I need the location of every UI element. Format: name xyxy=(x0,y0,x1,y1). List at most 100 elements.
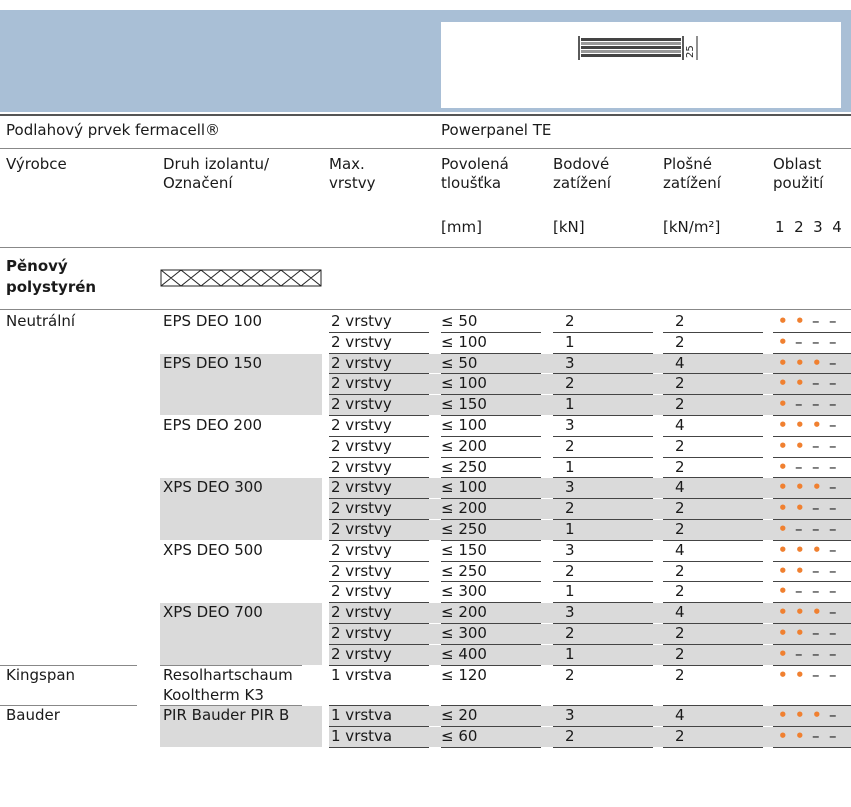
use-dot-icon: • xyxy=(812,706,822,725)
use-dash-icon: – xyxy=(812,520,820,538)
use-dash-icon: – xyxy=(795,332,803,351)
use-dot-icon: • xyxy=(778,520,788,538)
point-load-cell: 3 xyxy=(565,540,575,559)
use-dot-icon: • xyxy=(812,603,822,622)
use-dash-icon: – xyxy=(829,499,837,518)
thickness-cell: ≤ 250 xyxy=(441,561,487,580)
group-rule xyxy=(0,705,137,707)
row-shade xyxy=(329,353,851,374)
layers-cell: 2 vrstvy xyxy=(331,520,392,538)
layers-cell: 2 vrstvy xyxy=(331,374,392,393)
group-rule xyxy=(160,705,302,707)
section-title-1: Pěnový xyxy=(6,257,68,275)
use-dot-icon: • xyxy=(795,436,805,455)
use-dash-icon: – xyxy=(812,624,820,642)
point-load-cell: 1 xyxy=(565,644,575,663)
layers-cell: 2 vrstvy xyxy=(331,561,392,580)
unit-area-load: [kN/m²] xyxy=(663,218,721,236)
thickness-cell: ≤ 100 xyxy=(441,374,487,393)
use-dot-icon: • xyxy=(795,561,805,580)
use-dot-icon: • xyxy=(778,624,788,642)
col-layers-2: vrstvy xyxy=(329,174,376,192)
use-dash-icon: – xyxy=(812,499,820,518)
area-load-cell: 2 xyxy=(675,561,685,580)
point-load-cell: 1 xyxy=(565,332,575,351)
insulation-type-cell: EPS DEO 150 xyxy=(163,353,263,372)
use-area-cell: • • • – xyxy=(778,603,846,621)
panel-cross-section-icon: 25 xyxy=(578,36,698,60)
row-shade xyxy=(329,624,851,644)
thickness-cell: ≤ 300 xyxy=(441,582,487,601)
use-area-cell: • • • – xyxy=(778,416,846,434)
use-dash-icon: – xyxy=(829,540,837,559)
use-dash-icon: – xyxy=(795,582,803,601)
use-dot-icon: • xyxy=(778,499,788,518)
thickness-cell: ≤ 200 xyxy=(441,436,487,455)
layers-cell: 2 vrstvy xyxy=(331,582,392,601)
product-title: Podlahový prvek fermacell® xyxy=(6,121,221,139)
use-dot-icon: • xyxy=(795,603,805,622)
area-load-cell: 2 xyxy=(675,312,685,330)
row-shade xyxy=(329,520,851,540)
col-layers-1: Max. xyxy=(329,155,365,173)
layers-cell: 2 vrstvy xyxy=(331,395,392,414)
use-area-cell: • • – – xyxy=(778,562,846,580)
insulation-type-cell: XPS DEO 500 xyxy=(163,540,263,559)
insulation-type-cell: EPS DEO 100 xyxy=(163,312,263,330)
unit-use-areas: 1 2 3 4 xyxy=(775,218,842,236)
use-dot-icon: • xyxy=(778,478,788,497)
row-shade xyxy=(329,499,851,519)
use-dot-icon: • xyxy=(778,706,788,725)
use-area-cell: • • – – xyxy=(778,727,846,745)
area-load-cell: 2 xyxy=(675,582,685,601)
use-dot-icon: • xyxy=(778,457,788,476)
thickness-cell: ≤ 120 xyxy=(441,665,487,684)
use-dot-icon: • xyxy=(778,436,788,455)
layers-cell: 2 vrstvy xyxy=(331,624,392,642)
layers-cell: 2 vrstvy xyxy=(331,416,392,434)
thickness-cell: ≤ 100 xyxy=(441,416,487,434)
use-dash-icon: – xyxy=(829,582,837,601)
manufacturer-cell: Neutrální xyxy=(6,312,76,330)
use-dash-icon: – xyxy=(812,644,820,663)
thickness-label: 25 xyxy=(685,45,696,58)
thickness-cell: ≤ 60 xyxy=(441,727,478,746)
use-area-cell: • • • – xyxy=(778,706,846,724)
use-dash-icon: – xyxy=(829,395,837,414)
cross-section-figure: 25 xyxy=(441,22,841,108)
layers-cell: 1 vrstva xyxy=(331,665,393,684)
area-load-cell: 4 xyxy=(675,540,685,559)
layers-cell: 2 vrstvy xyxy=(331,644,392,663)
use-dash-icon: – xyxy=(829,457,837,476)
insulation-type-cell: EPS DEO 200 xyxy=(163,416,263,434)
use-dot-icon: • xyxy=(812,540,822,559)
use-dash-icon: – xyxy=(795,457,803,476)
use-area-cell: • • – – xyxy=(778,624,846,642)
thickness-cell: ≤ 400 xyxy=(441,644,487,663)
point-load-cell: 2 xyxy=(565,624,575,642)
col-area-load-1: Plošné xyxy=(663,155,712,173)
point-load-cell: 1 xyxy=(565,520,575,538)
use-dot-icon: • xyxy=(778,395,788,414)
use-dot-icon: • xyxy=(795,727,805,746)
row-shade xyxy=(329,603,851,623)
thickness-cell: ≤ 200 xyxy=(441,603,487,622)
thickness-cell: ≤ 250 xyxy=(441,457,487,476)
use-dash-icon: – xyxy=(829,603,837,622)
use-area-cell: • – – – xyxy=(778,520,846,538)
use-dot-icon: • xyxy=(795,374,805,393)
col-type-1: Druh izolantu/ xyxy=(163,155,270,173)
use-dash-icon: – xyxy=(829,478,837,497)
use-dash-icon: – xyxy=(829,727,837,746)
use-dot-icon: • xyxy=(778,561,788,580)
use-dot-icon: • xyxy=(795,353,805,372)
use-dot-icon: • xyxy=(795,478,805,497)
row-shade xyxy=(329,706,851,727)
point-load-cell: 3 xyxy=(565,603,575,622)
row-shade xyxy=(329,644,851,665)
use-dash-icon: – xyxy=(829,706,837,725)
use-area-cell: • • – – xyxy=(778,437,846,455)
use-dot-icon: • xyxy=(778,540,788,559)
use-dash-icon: – xyxy=(829,561,837,580)
use-dot-icon: • xyxy=(795,540,805,559)
